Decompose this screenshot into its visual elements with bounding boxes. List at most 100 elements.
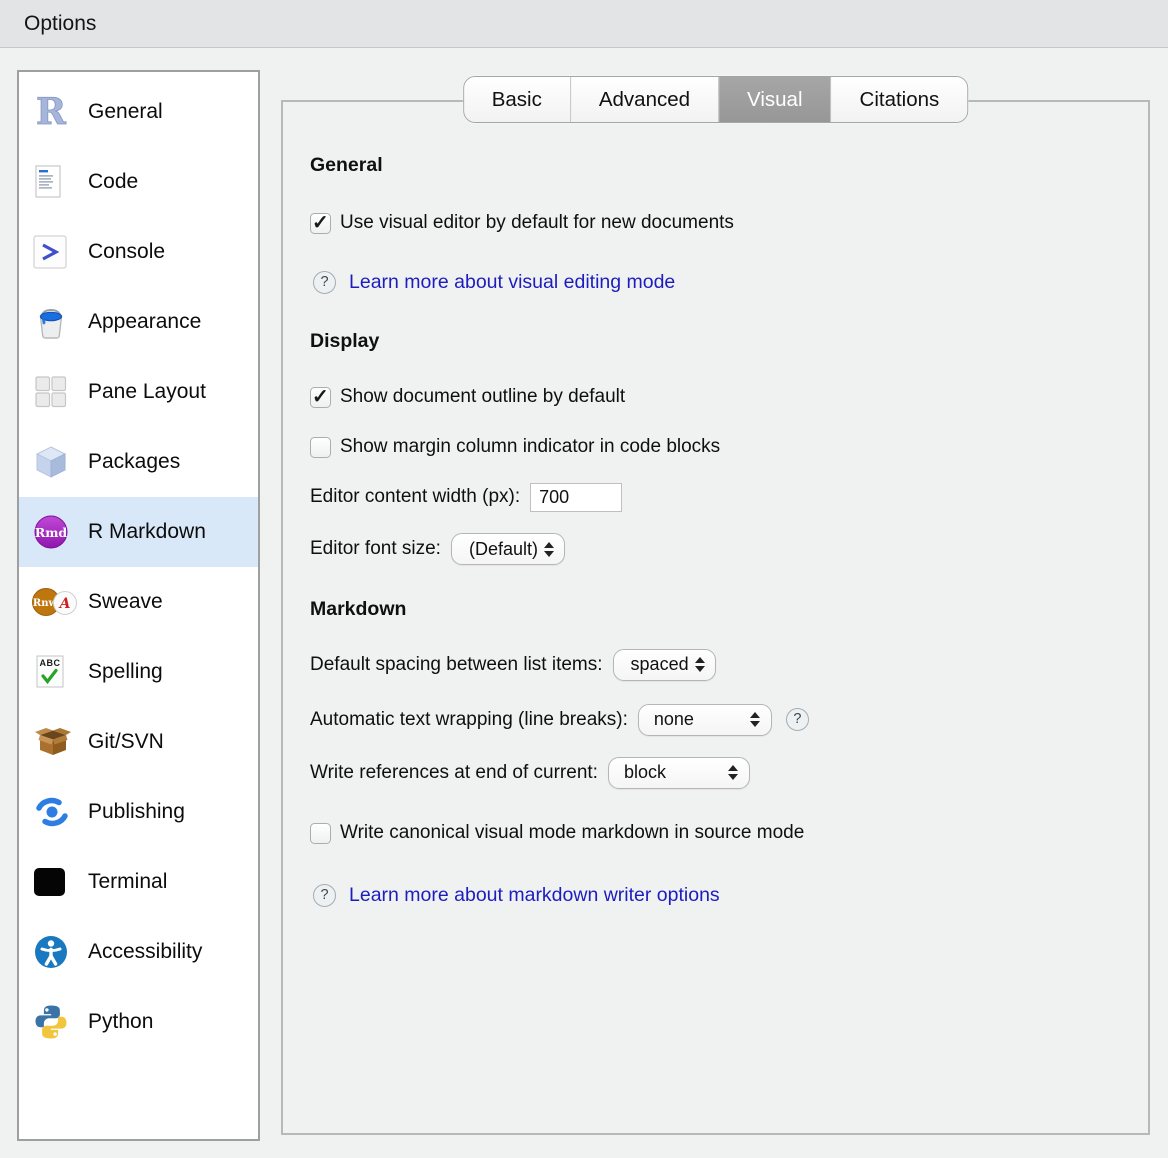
sidebar-item-spelling[interactable]: ABC Spelling — [19, 637, 258, 707]
text-wrapping-select[interactable]: none — [638, 704, 772, 736]
editor-font-size-row: Editor font size: (Default) — [310, 533, 1128, 565]
cardboard-box-icon — [32, 723, 78, 761]
publish-connect-icon — [32, 793, 78, 831]
text-wrapping-label: Automatic text wrapping (line breaks): — [310, 709, 628, 731]
rmarkdown-tabbar: Basic Advanced Visual Citations — [463, 76, 969, 123]
sidebar-item-terminal[interactable]: Terminal — [19, 847, 258, 917]
editor-content-width-input[interactable] — [530, 483, 622, 512]
sidebar-item-code[interactable]: Code — [19, 147, 258, 217]
sidebar-item-publishing[interactable]: Publishing — [19, 777, 258, 847]
list-spacing-label: Default spacing between list items: — [310, 654, 603, 676]
python-icon — [32, 1003, 78, 1041]
window-title: Options — [24, 12, 96, 36]
spellcheck-icon: ABC — [32, 653, 78, 691]
show-outline-checkbox[interactable]: ✓ — [310, 387, 331, 408]
sidebar-item-pane-layout[interactable]: Pane Layout — [19, 357, 258, 427]
sidebar-item-label: Console — [88, 240, 165, 264]
pane-grid-icon — [32, 373, 78, 411]
options-content-panel: Basic Advanced Visual Citations General … — [281, 100, 1150, 1135]
text-wrapping-row: Automatic text wrapping (line breaks): n… — [310, 703, 1128, 736]
write-references-value: block — [624, 762, 666, 783]
editor-font-size-select[interactable]: (Default) — [451, 533, 565, 565]
sidebar-item-general[interactable]: R General — [19, 77, 258, 147]
section-heading-general: General — [310, 154, 1128, 180]
use-visual-editor-row: ✓ Use visual editor by default for new d… — [310, 208, 1128, 238]
learn-more-visual-row: ? Learn more about visual editing mode — [313, 268, 1128, 296]
sidebar-item-label: Git/SVN — [88, 730, 164, 754]
sidebar-item-accessibility[interactable]: Accessibility — [19, 917, 258, 987]
stepper-arrows-icon — [544, 542, 554, 557]
section-heading-markdown: Markdown — [310, 598, 1128, 624]
canonical-markdown-checkbox[interactable]: ✓ — [310, 823, 331, 844]
help-icon[interactable]: ? — [786, 708, 809, 731]
use-visual-editor-checkbox[interactable]: ✓ — [310, 213, 331, 234]
show-margin-checkbox[interactable]: ✓ — [310, 437, 331, 458]
sidebar-item-label: Packages — [88, 450, 180, 474]
sidebar-item-packages[interactable]: Packages — [19, 427, 258, 497]
sweave-rnw-pdf-icon: Rnw A — [32, 583, 78, 621]
r-logo-icon: R — [32, 92, 78, 132]
sidebar-item-label: Terminal — [88, 870, 167, 894]
learn-more-markdown-link[interactable]: Learn more about markdown writer options — [349, 884, 720, 907]
write-references-select[interactable]: block — [608, 757, 750, 789]
tab-advanced[interactable]: Advanced — [571, 77, 719, 122]
sidebar-item-label: Pane Layout — [88, 380, 206, 404]
check-icon: ✓ — [312, 210, 329, 235]
sidebar-item-python[interactable]: Python — [19, 987, 258, 1057]
console-prompt-icon — [32, 234, 78, 270]
sidebar-item-git-svn[interactable]: Git/SVN — [19, 707, 258, 777]
svg-text:ABC: ABC — [40, 658, 61, 668]
list-spacing-row: Default spacing between list items: spac… — [310, 648, 1128, 681]
help-icon[interactable]: ? — [313, 884, 336, 907]
sidebar-item-label: Code — [88, 170, 138, 194]
paint-can-icon — [32, 303, 78, 341]
show-outline-row: ✓ Show document outline by default — [310, 382, 1128, 412]
options-category-sidebar: R General Code Console — [17, 70, 260, 1141]
svg-text:Rmd: Rmd — [35, 525, 68, 540]
tab-basic[interactable]: Basic — [464, 77, 571, 122]
code-document-icon — [32, 163, 78, 201]
stepper-arrows-icon — [750, 712, 760, 727]
sidebar-item-label: R Markdown — [88, 520, 206, 544]
use-visual-editor-label[interactable]: Use visual editor by default for new doc… — [340, 212, 734, 234]
editor-font-size-value: (Default) — [469, 539, 538, 560]
package-cube-icon — [32, 443, 78, 481]
canonical-markdown-row: ✓ Write canonical visual mode markdown i… — [310, 818, 1128, 848]
sidebar-item-label: Python — [88, 1010, 153, 1034]
sidebar-item-label: Appearance — [88, 310, 201, 334]
stepper-arrows-icon — [728, 765, 738, 780]
terminal-icon — [32, 865, 78, 899]
list-spacing-select[interactable]: spaced — [613, 649, 716, 681]
sidebar-item-console[interactable]: Console — [19, 217, 258, 287]
write-references-label: Write references at end of current: — [310, 762, 598, 784]
accessibility-icon — [32, 933, 78, 971]
sidebar-item-appearance[interactable]: Appearance — [19, 287, 258, 357]
editor-font-size-label: Editor font size: — [310, 538, 441, 560]
canonical-markdown-label[interactable]: Write canonical visual mode markdown in … — [340, 822, 804, 844]
sidebar-item-r-markdown[interactable]: Rmd R Markdown — [19, 497, 258, 567]
sidebar-item-label: General — [88, 100, 163, 124]
sidebar-item-label: Publishing — [88, 800, 185, 824]
learn-more-markdown-row: ? Learn more about markdown writer optio… — [313, 881, 1128, 909]
sidebar-item-label: Sweave — [88, 590, 163, 614]
tab-visual[interactable]: Visual — [719, 77, 831, 122]
show-margin-label[interactable]: Show margin column indicator in code blo… — [340, 436, 720, 458]
learn-more-visual-link[interactable]: Learn more about visual editing mode — [349, 271, 675, 294]
editor-content-width-row: Editor content width (px): — [310, 482, 1128, 512]
editor-content-width-label: Editor content width (px): — [310, 486, 520, 508]
show-margin-row: ✓ Show margin column indicator in code b… — [310, 432, 1128, 462]
svg-text:A: A — [58, 596, 71, 612]
rmarkdown-badge-icon: Rmd — [32, 513, 78, 551]
list-spacing-value: spaced — [631, 654, 689, 675]
sidebar-item-sweave[interactable]: Rnw A Sweave — [19, 567, 258, 637]
write-references-row: Write references at end of current: bloc… — [310, 756, 1128, 789]
text-wrapping-value: none — [654, 709, 694, 730]
tab-citations[interactable]: Citations — [832, 77, 968, 122]
show-outline-label[interactable]: Show document outline by default — [340, 386, 625, 408]
sidebar-item-label: Spelling — [88, 660, 163, 684]
svg-text:R: R — [36, 92, 67, 132]
window-titlebar: Options — [0, 0, 1168, 48]
sidebar-item-label: Accessibility — [88, 940, 202, 964]
help-icon[interactable]: ? — [313, 271, 336, 294]
check-icon: ✓ — [312, 384, 329, 409]
